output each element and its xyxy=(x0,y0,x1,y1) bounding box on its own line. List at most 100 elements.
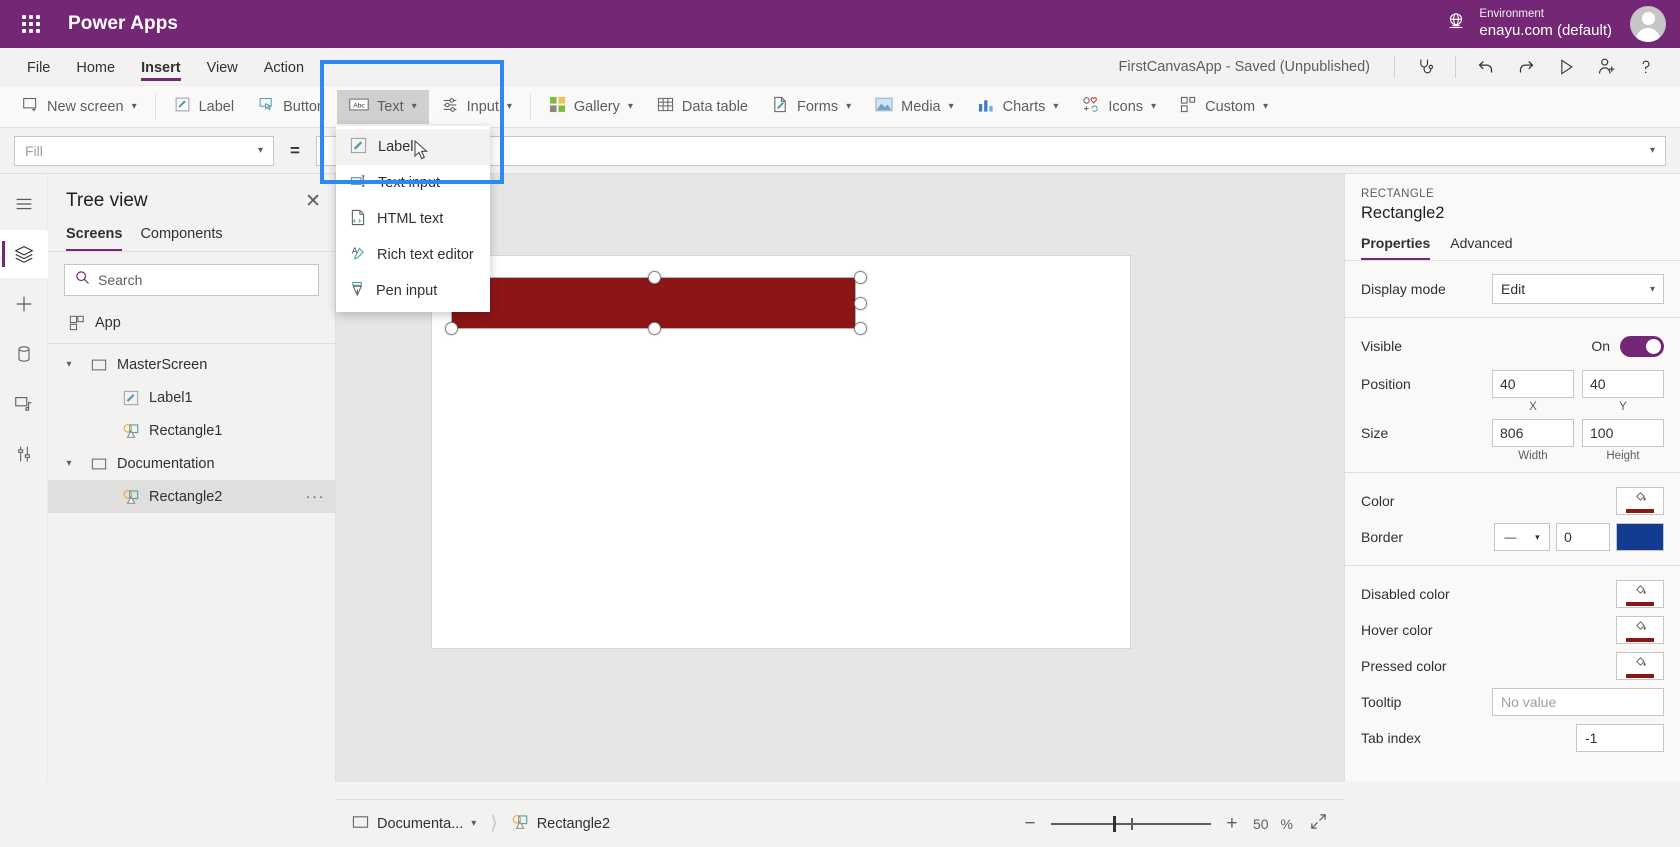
tab-properties[interactable]: Properties xyxy=(1361,235,1431,260)
search-input[interactable] xyxy=(98,272,308,288)
media-library-icon[interactable] xyxy=(0,380,48,428)
tab-components[interactable]: Components xyxy=(140,222,222,251)
divider xyxy=(1455,55,1456,78)
position-x-value: 40 xyxy=(1500,376,1516,392)
ribbon-new-screen[interactable]: New screen ▾ xyxy=(10,90,149,124)
size-height-input[interactable]: 100 xyxy=(1582,419,1664,447)
dropdown-item-text-input[interactable]: Text input xyxy=(336,165,490,201)
display-mode-select[interactable]: Edit ▾ xyxy=(1492,274,1664,304)
menu-file[interactable]: File xyxy=(14,51,63,83)
menu-insert[interactable]: Insert xyxy=(128,51,194,83)
ribbon-charts-label: Charts xyxy=(1002,98,1046,115)
pressed-color-picker[interactable] xyxy=(1616,652,1664,680)
chevron-down-icon[interactable]: ▾ xyxy=(60,359,78,370)
formula-input[interactable]: ▾ xyxy=(315,135,1666,166)
screen-icon xyxy=(352,815,369,833)
ribbon-custom-label: Custom xyxy=(1205,98,1256,115)
brand-title: Power Apps xyxy=(68,13,179,34)
ribbon-icons[interactable]: Icons ▾ xyxy=(1070,90,1168,124)
statusbar-screen-selector[interactable]: Documenta... ▾ xyxy=(352,815,476,833)
tree-node-label1[interactable]: Label1 xyxy=(48,381,335,414)
preview-icon[interactable] xyxy=(1546,51,1586,83)
resize-handle-bottom-right[interactable] xyxy=(854,322,867,335)
share-icon[interactable] xyxy=(1586,51,1626,83)
text-dropdown-menu[interactable]: Label Text input HTML text A Rich text e… xyxy=(336,126,490,312)
resize-handle-bottom-center[interactable] xyxy=(648,322,661,335)
help-icon[interactable] xyxy=(1626,51,1666,83)
tree-node-rectangle1[interactable]: Rectangle1 xyxy=(48,414,335,447)
tree-node-more-menu[interactable]: ··· xyxy=(306,488,326,505)
ribbon-text[interactable]: Abc Text ▾ xyxy=(337,89,429,124)
resize-handle-middle-right[interactable] xyxy=(854,297,867,310)
menu-view[interactable]: View xyxy=(194,51,251,83)
chevron-down-icon[interactable]: ▾ xyxy=(60,458,78,469)
dropdown-item-html-text[interactable]: HTML text xyxy=(336,201,490,237)
undo-icon[interactable] xyxy=(1466,51,1506,83)
ribbon-data-table[interactable]: Data table xyxy=(645,90,760,124)
property-selector[interactable]: Fill ▾ xyxy=(14,135,274,166)
chevron-down-icon[interactable]: ▾ xyxy=(1650,145,1655,156)
visible-label: Visible xyxy=(1361,338,1402,354)
size-width-input[interactable]: 806 xyxy=(1492,419,1574,447)
ribbon-button[interactable]: Button xyxy=(246,90,337,124)
tab-advanced[interactable]: Advanced xyxy=(1450,235,1512,260)
position-y-input[interactable]: 40 xyxy=(1582,370,1664,398)
border-width-input[interactable]: 0 xyxy=(1556,523,1610,551)
redo-icon[interactable] xyxy=(1506,51,1546,83)
color-label: Color xyxy=(1361,493,1395,509)
ribbon-label[interactable]: Label xyxy=(162,90,246,124)
ribbon-media[interactable]: Media ▾ xyxy=(863,90,966,124)
dropdown-item-text: HTML text xyxy=(377,211,444,227)
tree-node-app[interactable]: App xyxy=(48,306,335,339)
resize-handle-bottom-left[interactable] xyxy=(445,322,458,335)
statusbar-control-selector[interactable]: Rectangle2 xyxy=(512,814,610,834)
dropdown-item-pen-input[interactable]: Pen input xyxy=(336,273,490,309)
zoom-out-button[interactable]: − xyxy=(1021,813,1039,835)
position-x-input[interactable]: 40 xyxy=(1492,370,1574,398)
fit-to-screen-icon[interactable] xyxy=(1309,812,1328,836)
tooltip-input[interactable]: No value xyxy=(1492,688,1664,716)
statusbar-screen-name: Documenta... xyxy=(377,815,464,832)
search-box[interactable] xyxy=(64,264,319,296)
ribbon-charts[interactable]: Charts ▾ xyxy=(966,90,1071,124)
app-launcher-icon[interactable] xyxy=(14,7,48,41)
resize-handle-top-right[interactable] xyxy=(854,271,867,284)
ribbon-input[interactable]: Input ▾ xyxy=(429,90,524,124)
tree-view-icon[interactable] xyxy=(0,230,48,278)
visible-toggle[interactable] xyxy=(1620,335,1664,357)
dropdown-item-rich-text-editor[interactable]: A Rich text editor xyxy=(336,237,490,273)
color-picker-button[interactable] xyxy=(1616,487,1664,515)
zoom-slider[interactable] xyxy=(1050,815,1211,832)
tab-screens[interactable]: Screens xyxy=(66,222,123,251)
tree-node-masterscreen[interactable]: ▾ MasterScreen xyxy=(48,348,335,381)
menu-home[interactable]: Home xyxy=(63,51,128,83)
border-style-select[interactable]: — ▾ xyxy=(1494,523,1550,551)
app-screen-canvas[interactable] xyxy=(432,256,1130,648)
dropdown-item-label[interactable]: Label xyxy=(336,129,490,165)
main-body: Tree view ✕ Screens Components Search Ap… xyxy=(0,174,1680,782)
hover-color-picker[interactable] xyxy=(1616,616,1664,644)
insert-plus-icon[interactable] xyxy=(0,280,48,328)
ribbon-custom[interactable]: Custom ▾ xyxy=(1168,90,1280,124)
dropdown-item-text: Rich text editor xyxy=(377,247,474,263)
border-color-swatch[interactable] xyxy=(1616,523,1664,551)
pressed-color-label: Pressed color xyxy=(1361,658,1447,674)
tree-node-rectangle2[interactable]: Rectangle2 ··· xyxy=(48,480,335,513)
environment-selector[interactable]: Environment enayu.com (default) xyxy=(1445,7,1612,40)
data-sources-icon[interactable] xyxy=(0,330,48,378)
tree-node-documentation[interactable]: ▾ Documentation xyxy=(48,447,335,480)
hamburger-menu-icon[interactable] xyxy=(0,180,48,228)
app-checker-icon[interactable] xyxy=(1405,51,1445,83)
globe-icon xyxy=(1445,11,1467,38)
disabled-color-picker[interactable] xyxy=(1616,580,1664,608)
advanced-tools-icon[interactable] xyxy=(0,430,48,478)
tab-index-input[interactable]: -1 xyxy=(1576,724,1664,752)
ribbon-gallery[interactable]: Gallery ▾ xyxy=(537,90,645,124)
shape-icon xyxy=(120,489,142,505)
avatar[interactable] xyxy=(1630,6,1666,42)
close-icon[interactable]: ✕ xyxy=(305,192,321,211)
resize-handle-top-center[interactable] xyxy=(648,271,661,284)
zoom-in-button[interactable]: + xyxy=(1223,813,1241,835)
menu-action[interactable]: Action xyxy=(251,51,317,83)
ribbon-forms[interactable]: Forms ▾ xyxy=(760,90,863,124)
